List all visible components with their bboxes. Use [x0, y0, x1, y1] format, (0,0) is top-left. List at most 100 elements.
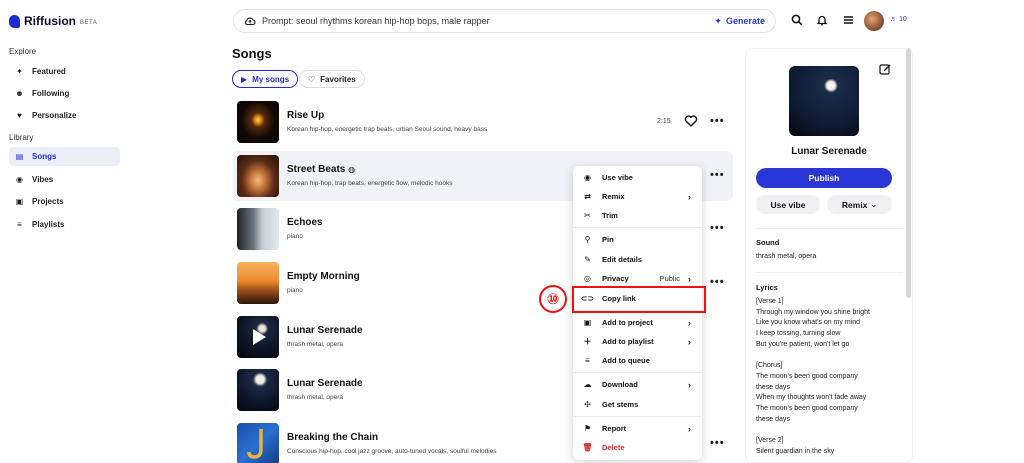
- song-title[interactable]: Breaking the Chain: [287, 432, 378, 443]
- song-title[interactable]: Rise Up: [287, 110, 324, 121]
- lyrics-line: these days: [756, 383, 790, 391]
- use-vibe-button[interactable]: Use vibe: [756, 195, 820, 214]
- sidebar-item-playlists[interactable]: ≡ Playlists: [9, 215, 120, 234]
- riffusion-logo-icon: [9, 14, 20, 28]
- playlist-icon: ≡: [17, 220, 22, 229]
- song-context-menu: ◉ Use vibe ⇄ Remix › ✂ Trim ⚲ Pin ✎ Edit…: [573, 166, 702, 460]
- my-songs-tab[interactable]: ▶ My songs: [232, 70, 299, 88]
- more-options-icon[interactable]: •••: [710, 115, 725, 127]
- sidebar-item-personalize[interactable]: ♥ Personalize: [9, 106, 120, 125]
- song-title[interactable]: Echoes: [287, 217, 323, 228]
- sidebar-item-songs[interactable]: ▤ Songs: [9, 147, 120, 166]
- prompt-input[interactable]: Prompt: seoul rhythms korean hip-hop bop…: [262, 16, 714, 26]
- user-avatar[interactable]: [864, 11, 884, 31]
- more-options-icon[interactable]: •••: [710, 169, 725, 181]
- folder-icon: ▣: [15, 197, 24, 206]
- play-icon: ▶: [241, 74, 248, 84]
- menu-icon[interactable]: [840, 12, 856, 28]
- menu-use-vibe[interactable]: ◉ Use vibe: [573, 168, 702, 187]
- lyrics-line: these days: [756, 415, 790, 423]
- song-cover[interactable]: [237, 155, 279, 197]
- credits-indicator[interactable]: ♬ 10: [890, 16, 907, 23]
- menu-download[interactable]: ☁ Download ›: [573, 375, 702, 394]
- menu-edit-details[interactable]: ✎ Edit details: [573, 250, 702, 269]
- sidebar-item-label: Following: [32, 89, 70, 98]
- favorite-heart-icon[interactable]: [684, 114, 698, 128]
- riffusion-app: Riffusion BETA Explore ✦ Featured ☻ Foll…: [0, 0, 1024, 463]
- song-title[interactable]: Street Beats ◍: [287, 164, 355, 175]
- sidebar-item-projects[interactable]: ▣ Projects: [9, 192, 120, 211]
- sidebar-item-following[interactable]: ☻ Following: [9, 84, 120, 103]
- menu-trim[interactable]: ✂ Trim: [573, 206, 702, 225]
- more-options-icon[interactable]: •••: [710, 437, 725, 449]
- song-title-text: Street Beats: [287, 164, 346, 175]
- sidebar-item-featured[interactable]: ✦ Featured: [9, 62, 120, 81]
- saxophone-icon: [247, 429, 263, 459]
- detail-scrollbar[interactable]: [906, 48, 911, 298]
- sidebar-item-label: Vibes: [32, 175, 54, 184]
- edit-icon: ✎: [584, 255, 591, 264]
- menu-delete[interactable]: 🗑 Delete: [573, 438, 702, 457]
- sidebar-item-label: Featured: [32, 67, 66, 76]
- lyrics-line: [Verse 2]: [756, 436, 784, 444]
- menu-add-to-playlist[interactable]: ＋ Add to playlist ›: [573, 332, 702, 351]
- highlight-box: [572, 286, 706, 313]
- menu-divider: [573, 372, 702, 373]
- menu-add-to-queue[interactable]: ≡ Add to queue: [573, 351, 702, 370]
- chevron-right-icon: ›: [688, 336, 691, 347]
- sidebar-item-label: Playlists: [32, 220, 65, 229]
- bell-icon[interactable]: [814, 12, 830, 28]
- library-section-label: Library: [9, 133, 34, 142]
- song-description: Conscious hip-hop, cool jazz groove, aut…: [287, 448, 497, 455]
- search-icon[interactable]: [789, 12, 805, 28]
- song-cover[interactable]: [237, 101, 279, 143]
- scissors-icon: ✂: [584, 211, 591, 220]
- flag-icon: ⚑: [583, 424, 592, 433]
- brand-logo[interactable]: Riffusion BETA: [9, 14, 97, 28]
- song-description: piano: [287, 287, 303, 294]
- lyrics-line: [Chorus]: [756, 362, 783, 370]
- song-cover[interactable]: [237, 369, 279, 411]
- more-options-icon[interactable]: •••: [710, 276, 725, 288]
- menu-get-stems[interactable]: ✣ Get stems: [573, 395, 702, 414]
- song-title[interactable]: Empty Morning: [287, 271, 360, 282]
- menu-label: Edit details: [602, 255, 643, 264]
- more-options-icon[interactable]: •••: [710, 222, 725, 234]
- song-cover[interactable]: [237, 423, 279, 463]
- song-cover[interactable]: [237, 208, 279, 250]
- publish-button[interactable]: Publish: [756, 168, 892, 188]
- song-cover[interactable]: [237, 316, 279, 358]
- left-sidebar: Riffusion BETA Explore ✦ Featured ☻ Foll…: [0, 0, 125, 463]
- chevron-down-icon: ⌄: [870, 200, 878, 209]
- smile-icon: ☻: [15, 89, 24, 98]
- menu-pin[interactable]: ⚲ Pin: [573, 230, 702, 249]
- cloud-upload-icon[interactable]: [244, 16, 256, 26]
- generate-button[interactable]: ✦ Generate: [714, 16, 765, 27]
- menu-label: Report: [602, 424, 627, 433]
- song-title[interactable]: Lunar Serenade: [287, 325, 363, 336]
- play-icon[interactable]: [237, 316, 279, 358]
- favorites-tab[interactable]: ♡ Favorites: [299, 70, 365, 88]
- lyrics-line: But you're patient, won't let go: [756, 340, 850, 348]
- menu-divider: [573, 227, 702, 228]
- step-number-badge: ⑩: [539, 285, 567, 313]
- queue-icon: ≡: [585, 356, 590, 365]
- lyrics-line: The moon's been good company: [756, 372, 858, 380]
- prompt-bar[interactable]: Prompt: seoul rhythms korean hip-hop bop…: [233, 9, 776, 33]
- sidebar-item-label: Songs: [32, 152, 57, 161]
- remix-button[interactable]: Remix ⌄: [827, 195, 892, 214]
- song-title[interactable]: Lunar Serenade: [287, 378, 363, 389]
- lyrics-heading: Lyrics: [756, 283, 778, 292]
- sidebar-item-vibes[interactable]: ◉ Vibes: [9, 170, 120, 189]
- edit-icon[interactable]: [878, 62, 892, 76]
- menu-remix[interactable]: ⇄ Remix ›: [573, 187, 702, 206]
- song-cover[interactable]: [237, 262, 279, 304]
- song-row[interactable]: Rise Up Korean hip-hop, energetic trap b…: [233, 97, 733, 147]
- menu-label: Add to project: [602, 318, 653, 327]
- menu-report[interactable]: ⚑ Report ›: [573, 419, 702, 438]
- lyrics-line: Like you know what's on my mind: [756, 319, 861, 327]
- lyrics-line: The moon's been good company: [756, 404, 858, 412]
- menu-add-to-project[interactable]: ▣ Add to project ›: [573, 313, 702, 332]
- globe-icon: ◍: [348, 165, 356, 174]
- stems-icon: ✣: [584, 400, 591, 409]
